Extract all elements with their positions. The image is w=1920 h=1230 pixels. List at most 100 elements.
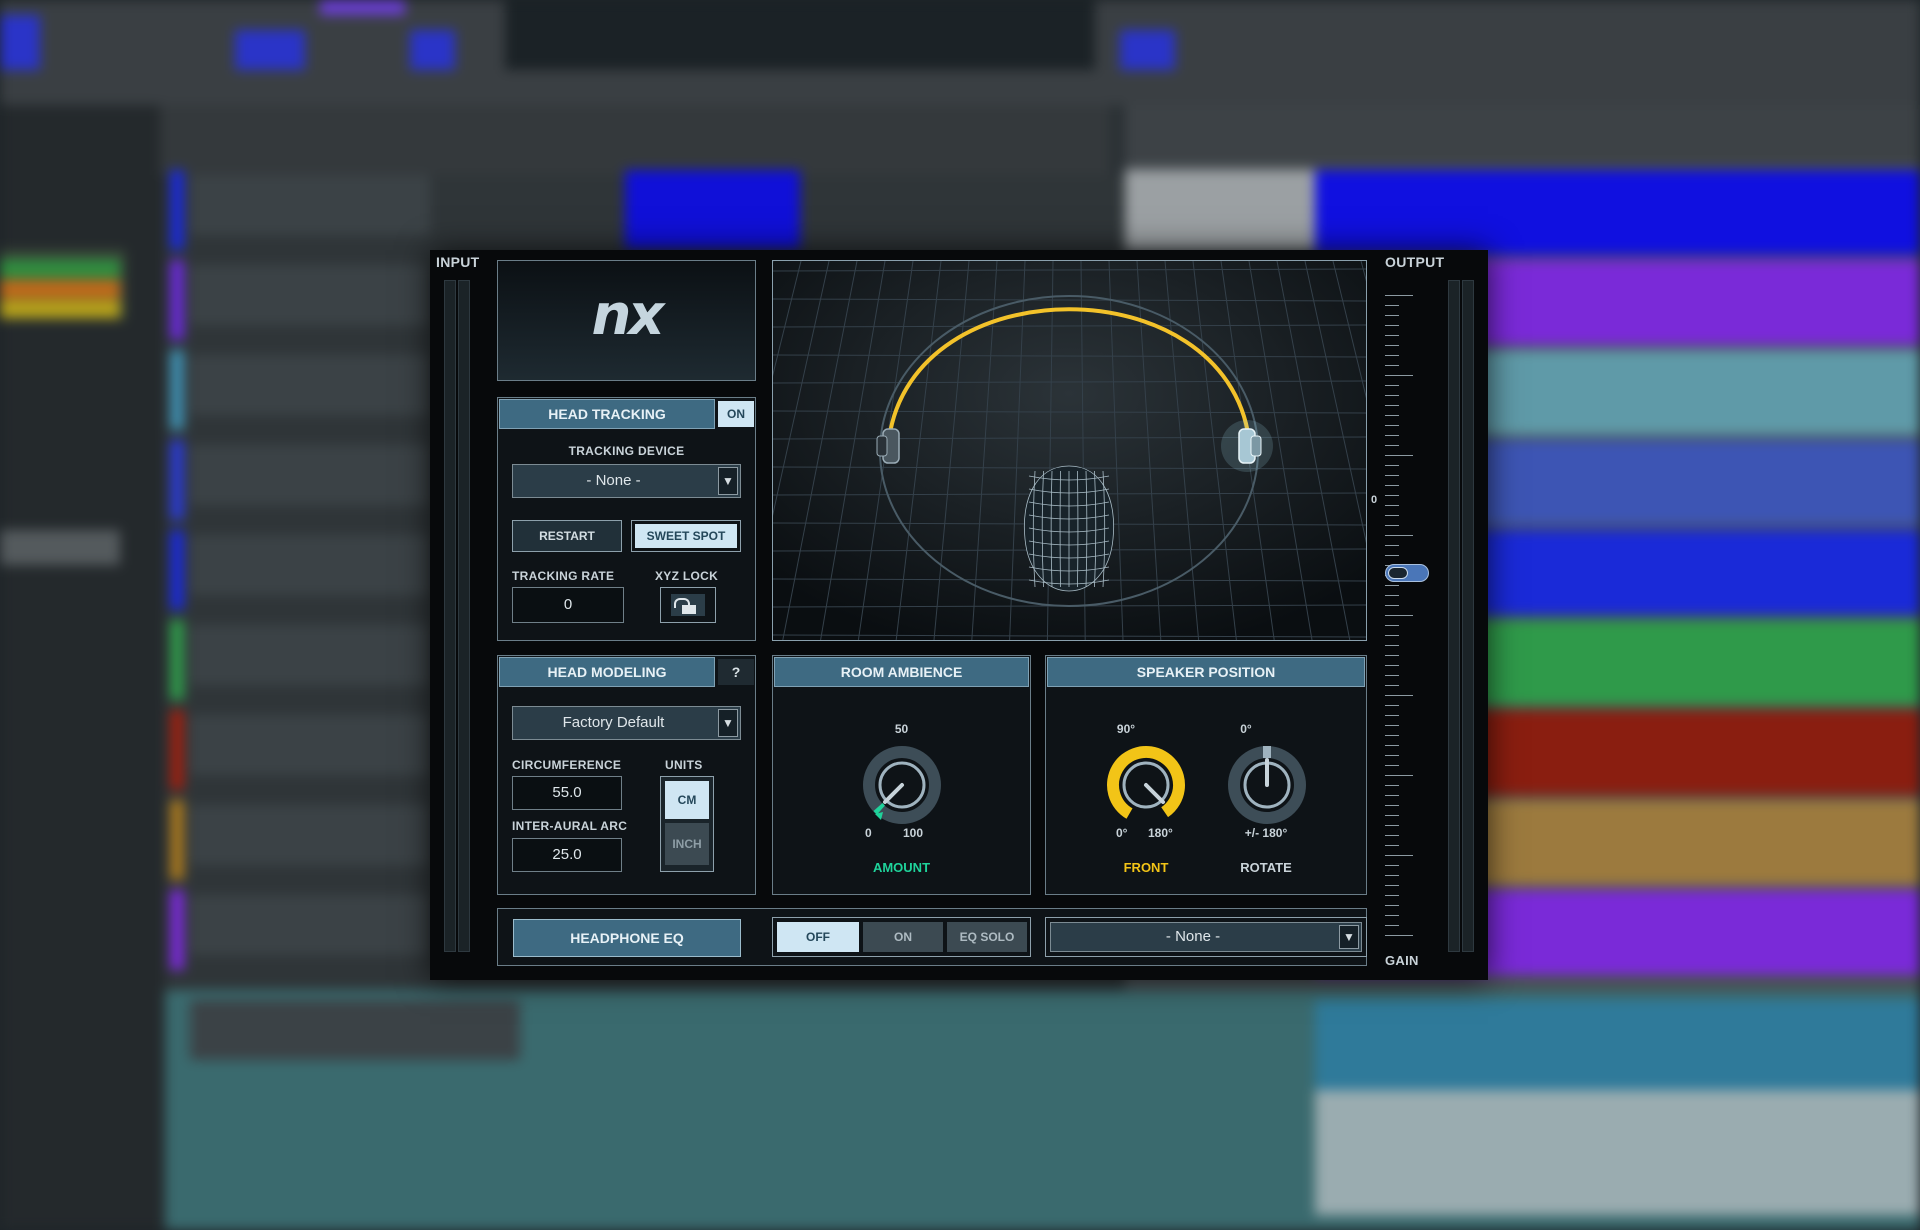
gain-tick — [1385, 845, 1399, 846]
gain-tick — [1385, 335, 1399, 336]
eq-on-button[interactable]: ON — [863, 922, 943, 952]
gain-tick — [1385, 745, 1399, 746]
daw-toolbar-button — [320, 0, 405, 15]
daw-left-color-block — [0, 260, 120, 278]
gain-tick — [1385, 315, 1399, 316]
front-knob[interactable] — [1101, 740, 1191, 830]
gain-tick — [1385, 675, 1399, 676]
gain-tick — [1385, 435, 1399, 436]
gain-tick — [1385, 505, 1399, 506]
gain-tick — [1385, 915, 1399, 916]
gain-tick — [1385, 725, 1399, 726]
chevron-down-icon: ▼ — [718, 467, 738, 495]
gain-tick — [1385, 635, 1399, 636]
gain-tick — [1385, 795, 1399, 796]
tracking-rate-field[interactable]: 0 — [512, 587, 624, 623]
gain-tick — [1385, 305, 1399, 306]
unit-cm-button[interactable]: CM — [665, 781, 709, 819]
daw-track-color — [170, 710, 184, 790]
help-button[interactable]: ? — [718, 659, 754, 685]
daw-track-color — [170, 170, 184, 250]
head-model-preset-dropdown[interactable]: Factory Default ▼ — [512, 706, 741, 740]
chevron-down-icon: ▼ — [1339, 925, 1359, 949]
headphone-model-dropdown[interactable]: - None - ▼ — [1050, 922, 1362, 952]
gain-tick — [1385, 445, 1399, 446]
rotate-label: ROTATE — [1240, 860, 1292, 875]
gain-tick — [1385, 875, 1399, 876]
head-model-icon — [1023, 465, 1115, 592]
eq-solo-button[interactable]: EQ SOLO — [947, 922, 1027, 952]
daw-track-color — [170, 260, 184, 340]
speaker-position-panel: SPEAKER POSITION 90° 0° 180° FRONT 0° +/… — [1045, 655, 1367, 895]
gain-tick — [1385, 555, 1399, 556]
daw-track-header — [190, 715, 430, 775]
restart-button[interactable]: RESTART — [512, 520, 622, 552]
headphone-model-value: - None - — [1165, 928, 1221, 945]
unit-inch-button[interactable]: INCH — [665, 823, 709, 865]
gain-tick — [1385, 425, 1399, 426]
rotate-scale-top: 0° — [1240, 722, 1252, 736]
daw-track-color — [170, 440, 184, 520]
circumference-label: CIRCUMFERENCE — [512, 758, 622, 772]
daw-track-color — [170, 620, 184, 700]
sweet-spot-label: SWEET SPOT — [635, 524, 737, 548]
daw-toolbar-button — [410, 30, 455, 70]
daw-track-header — [190, 805, 430, 865]
output-meter-left — [1448, 280, 1460, 952]
headphone-eq-button[interactable]: HEADPHONE EQ — [513, 919, 741, 957]
gain-tick — [1385, 365, 1399, 366]
head-tracking-on-toggle[interactable]: ON — [718, 401, 754, 427]
daw-ruler — [1125, 105, 1920, 165]
amount-scale-min: 0 — [865, 826, 872, 840]
gain-tick — [1385, 475, 1399, 476]
gain-slider-handle[interactable] — [1385, 564, 1429, 582]
nx-plugin-window: INPUT nx HEAD TRACKING ON TRACKING DEVIC… — [430, 250, 1488, 980]
eq-off-button[interactable]: OFF — [777, 922, 859, 952]
gain-tick — [1385, 755, 1399, 756]
daw-clip — [625, 170, 800, 250]
gain-tick — [1385, 935, 1413, 936]
gain-tick — [1385, 655, 1399, 656]
gain-tick — [1385, 385, 1399, 386]
gain-tick — [1385, 715, 1399, 716]
inter-aural-arc-field[interactable]: 25.0 — [512, 838, 622, 872]
sweet-spot-button[interactable]: SWEET SPOT — [631, 520, 741, 552]
daw-track-color — [170, 890, 184, 970]
gain-tick — [1385, 735, 1399, 736]
spatial-view — [668, 260, 1464, 641]
right-earcup-icon — [1221, 420, 1273, 472]
gain-tick — [1385, 605, 1399, 606]
rotate-knob[interactable] — [1222, 740, 1312, 830]
tracking-device-dropdown[interactable]: - None - ▼ — [512, 464, 741, 498]
headphone-model-frame: - None - ▼ — [1045, 917, 1367, 957]
head-tracking-header: HEAD TRACKING — [499, 399, 715, 429]
amount-knob[interactable] — [857, 740, 947, 830]
daw-left-color-block — [0, 280, 120, 298]
gain-tick — [1385, 295, 1413, 296]
daw-toolbar-button — [235, 30, 305, 70]
gain-tick — [1385, 835, 1399, 836]
circumference-field[interactable]: 55.0 — [512, 776, 622, 810]
units-label: UNITS — [665, 758, 703, 772]
gain-tick — [1385, 925, 1399, 926]
gain-tick — [1385, 415, 1399, 416]
gain-tick — [1385, 455, 1413, 456]
headphone-eq-mode-group: OFF ON EQ SOLO — [772, 917, 1031, 957]
gain-tick — [1385, 885, 1399, 886]
inter-aural-arc-label: INTER-AURAL ARC — [512, 819, 628, 833]
input-label: INPUT — [436, 254, 480, 270]
daw-clip — [1125, 170, 1315, 250]
gain-tick — [1385, 665, 1399, 666]
gain-tick — [1385, 695, 1413, 696]
daw-track-header — [190, 625, 430, 685]
xyz-lock-button[interactable] — [660, 587, 716, 623]
daw-track-header — [190, 355, 430, 415]
daw-clip — [1315, 1090, 1920, 1215]
gain-tick — [1385, 685, 1399, 686]
daw-track-header — [190, 1000, 520, 1060]
room-ambience-header: ROOM AMBIENCE — [774, 657, 1029, 687]
output-label: OUTPUT — [1385, 254, 1445, 270]
gain-scale-zero: 0 — [1371, 494, 1378, 506]
gain-tick — [1385, 595, 1399, 596]
gain-tick — [1385, 345, 1399, 346]
